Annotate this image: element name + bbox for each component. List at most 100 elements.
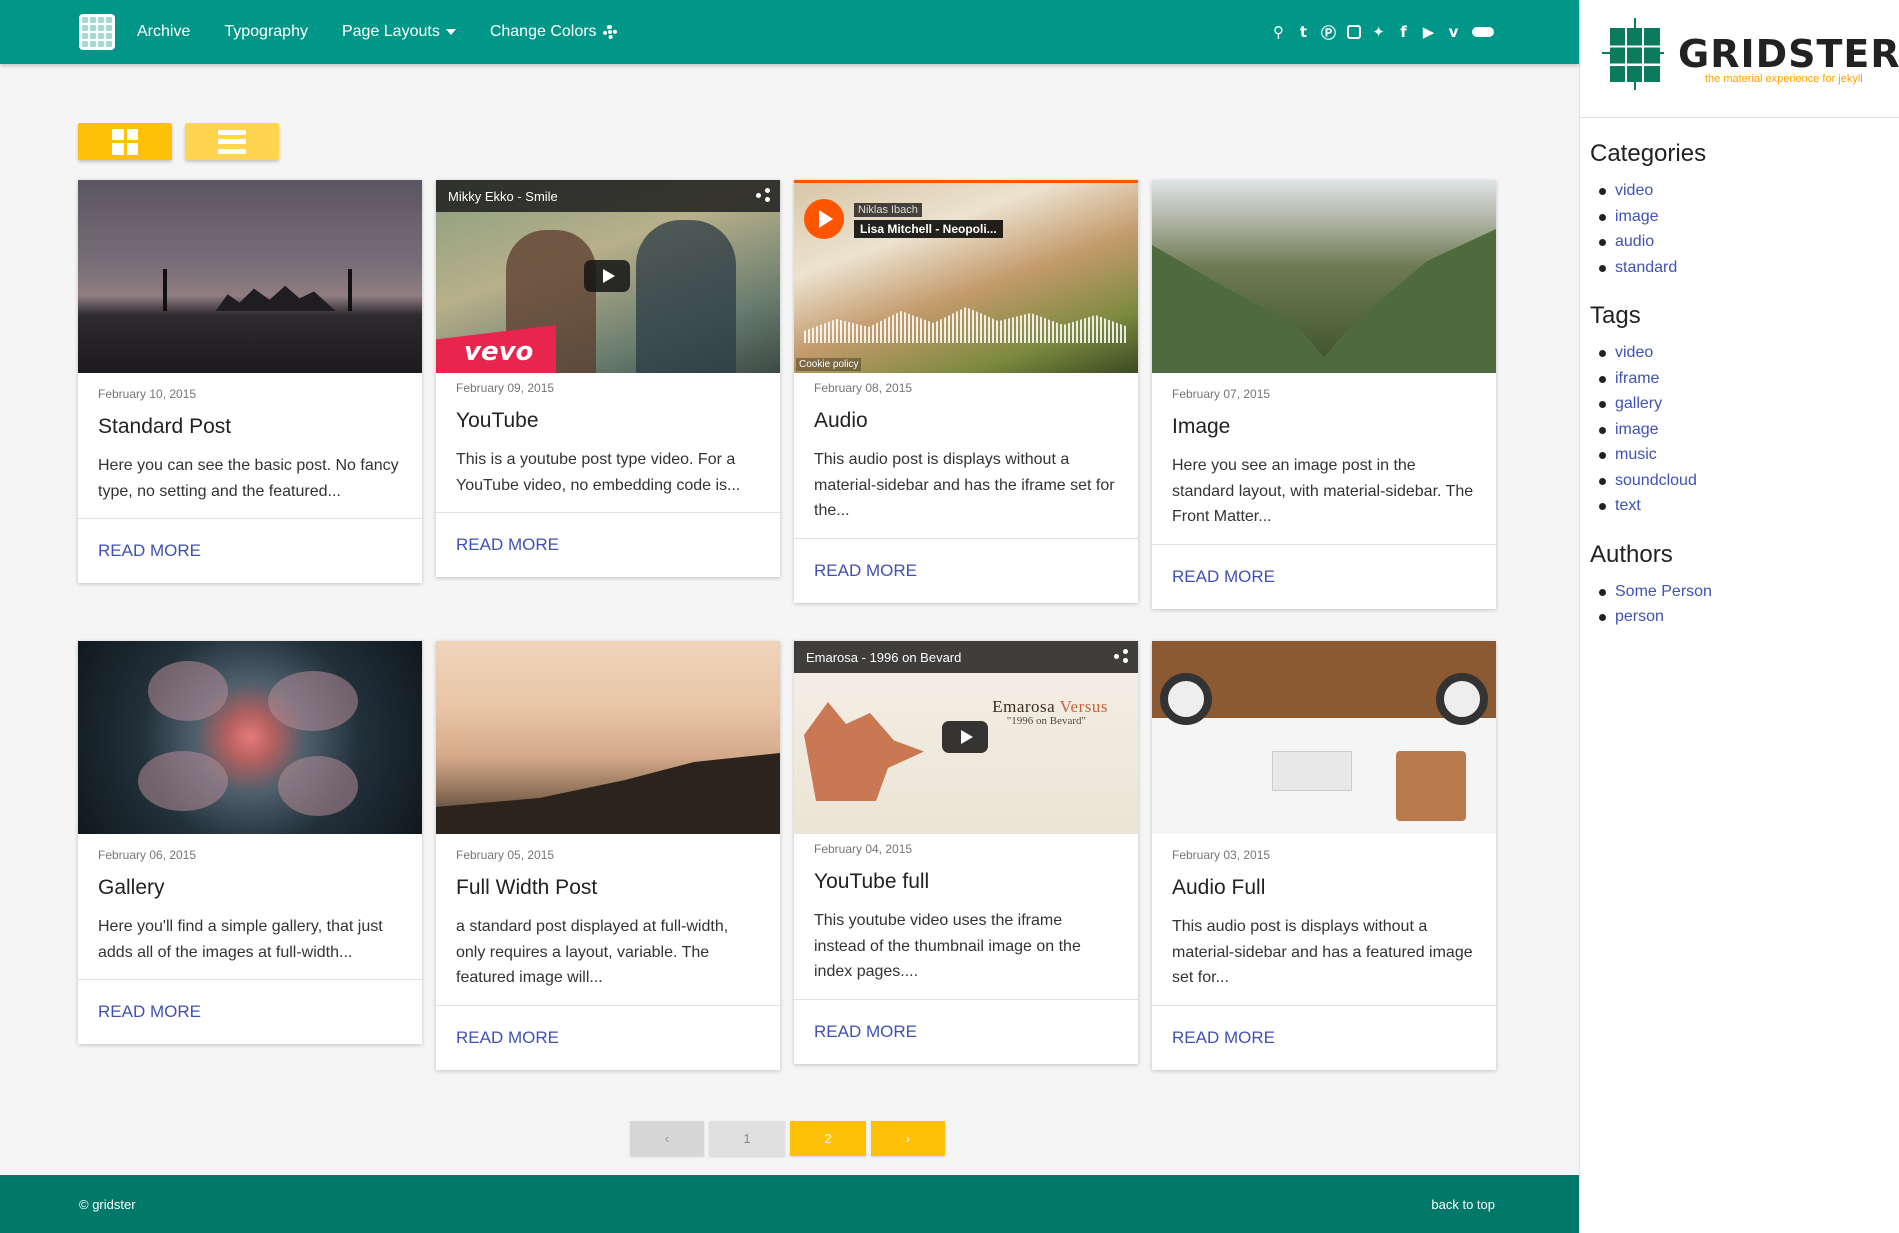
post-card-image: February 07, 2015 Image Here you see an …	[1152, 180, 1496, 609]
video-thumbnail[interactable]: Emarosa Versus "1996 on Bevard" Emarosa …	[794, 641, 1138, 834]
youtube-icon[interactable]: ▶	[1421, 23, 1436, 41]
search-icon[interactable]: ⚲	[1271, 23, 1286, 41]
video-title: Emarosa - 1996 on Bevard	[806, 649, 962, 665]
post-date: February 06, 2015	[98, 848, 197, 862]
post-excerpt: a standard post displayed at full-width,…	[456, 918, 729, 986]
featured-image[interactable]	[1152, 641, 1496, 834]
soundcloud-user[interactable]: Niklas Ibach	[854, 203, 922, 217]
play-button-icon[interactable]	[942, 721, 988, 753]
post-title[interactable]: YouTube full	[814, 870, 1118, 894]
list-icon	[218, 129, 246, 154]
instagram-icon[interactable]	[1346, 24, 1361, 40]
author-link[interactable]: Some Person	[1599, 579, 1899, 605]
tags-section: Tags video iframe gallery image music so…	[1580, 302, 1899, 519]
read-more-link[interactable]: READ MORE	[1152, 543, 1496, 609]
pagination-prev-button[interactable]: ‹	[630, 1121, 704, 1156]
brand-name: GRIDSTER	[1678, 32, 1899, 76]
pagination-page-2[interactable]: 2	[790, 1121, 866, 1156]
read-more-link[interactable]: READ MORE	[78, 979, 422, 1044]
play-button-icon[interactable]	[584, 260, 630, 292]
tag-link[interactable]: image	[1599, 417, 1899, 443]
post-date: February 08, 2015	[814, 381, 913, 395]
categories-title: Categories	[1590, 140, 1707, 167]
tag-link[interactable]: iframe	[1599, 366, 1899, 392]
post-title[interactable]: YouTube	[456, 409, 760, 433]
soundcloud-icon[interactable]	[1471, 24, 1495, 40]
tag-link[interactable]: gallery	[1599, 391, 1899, 417]
gridster-logo-icon	[1602, 18, 1664, 90]
grid-view-button[interactable]	[78, 123, 172, 160]
twitter-icon[interactable]: ✦	[1371, 23, 1386, 41]
vevo-logo: vevo	[436, 325, 556, 373]
post-card-full-width: February 05, 2015 Full Width Post a stan…	[436, 641, 780, 1070]
brand[interactable]: GRIDSTER the material experience for jek…	[1580, 0, 1899, 118]
soundcloud-track[interactable]: Lisa Mitchell - Neopoli...	[854, 220, 1003, 238]
read-more-link[interactable]: READ MORE	[436, 512, 780, 577]
grid-icon	[112, 128, 138, 155]
featured-image[interactable]	[78, 180, 422, 373]
tag-link[interactable]: soundcloud	[1599, 468, 1899, 494]
read-more-link[interactable]: READ MORE	[794, 998, 1138, 1064]
read-more-link[interactable]: READ MORE	[794, 537, 1138, 603]
post-title[interactable]: Audio	[814, 409, 1118, 433]
featured-image[interactable]	[1152, 180, 1496, 373]
video-title: Mikky Ekko - Smile	[448, 188, 558, 204]
post-title[interactable]: Standard Post	[98, 415, 402, 439]
tag-link[interactable]: music	[1599, 442, 1899, 468]
gear-icon	[602, 25, 617, 39]
nav-typography[interactable]: Typography	[224, 23, 308, 41]
waveform[interactable]	[804, 307, 1128, 343]
site-logo-icon[interactable]	[79, 14, 115, 50]
pinterest-icon[interactable]: Ⓟ	[1321, 24, 1336, 42]
tags-title: Tags	[1590, 302, 1641, 329]
post-date: February 07, 2015	[1172, 387, 1271, 401]
post-card-youtube: Mikky Ekko - Smile vevo February 09, 201…	[436, 180, 780, 577]
vimeo-icon[interactable]: v	[1446, 23, 1461, 41]
nav-archive-label: Archive	[137, 23, 191, 40]
post-date: February 05, 2015	[456, 848, 555, 862]
category-link[interactable]: image	[1599, 204, 1899, 230]
top-navbar: Archive Typography Page Layouts Change C…	[0, 0, 1579, 64]
category-link[interactable]: standard	[1599, 255, 1899, 281]
tumblr-icon[interactable]: t	[1296, 23, 1311, 41]
author-link[interactable]: person	[1599, 604, 1899, 630]
featured-image[interactable]	[78, 641, 422, 834]
social-icons: ⚲ t Ⓟ ✦ f ▶ v	[1271, 0, 1495, 64]
read-more-link[interactable]: READ MORE	[1152, 1004, 1496, 1070]
video-title-bar: Mikky Ekko - Smile	[436, 180, 780, 212]
pagination-page-1[interactable]: 1	[709, 1121, 785, 1156]
post-date: February 04, 2015	[814, 842, 913, 856]
soundcloud-player[interactable]: Niklas Ibach Lisa Mitchell - Neopoli... …	[794, 180, 1138, 373]
post-title[interactable]: Gallery	[98, 876, 402, 900]
share-icon[interactable]	[1114, 649, 1128, 663]
read-more-link[interactable]: READ MORE	[436, 1004, 780, 1070]
facebook-icon[interactable]: f	[1396, 23, 1411, 41]
share-icon[interactable]	[756, 188, 770, 202]
post-title[interactable]: Full Width Post	[456, 876, 760, 900]
featured-image[interactable]	[436, 641, 780, 834]
post-excerpt: This youtube video uses the iframe inste…	[814, 912, 1081, 980]
brand-tagline: the material experience for jekyll	[1705, 73, 1863, 85]
post-date: February 09, 2015	[456, 381, 555, 395]
category-link[interactable]: audio	[1599, 229, 1899, 255]
post-title[interactable]: Audio Full	[1172, 876, 1476, 900]
video-title-bar: Emarosa - 1996 on Bevard	[794, 641, 1138, 673]
video-art-title: Emarosa Versus	[992, 697, 1108, 716]
tag-link[interactable]: text	[1599, 493, 1899, 519]
video-thumbnail[interactable]: Mikky Ekko - Smile vevo	[436, 180, 780, 373]
post-title[interactable]: Image	[1172, 415, 1476, 439]
material-sidebar: GRIDSTER the material experience for jek…	[1579, 0, 1899, 1233]
post-excerpt: Here you see an image post in the standa…	[1172, 457, 1474, 525]
soundcloud-play-icon[interactable]	[804, 199, 844, 239]
nav-archive[interactable]: Archive	[137, 23, 190, 41]
list-view-button[interactable]	[185, 123, 279, 160]
tag-link[interactable]: video	[1599, 340, 1899, 366]
back-to-top-link[interactable]: back to top	[1431, 1197, 1495, 1212]
post-card-standard: February 10, 2015 Standard Post Here you…	[78, 180, 422, 583]
read-more-link[interactable]: READ MORE	[78, 518, 422, 583]
nav-change-colors[interactable]: Change Colors	[490, 23, 617, 41]
category-link[interactable]: video	[1599, 178, 1899, 204]
pagination-next-button[interactable]: ›	[871, 1121, 945, 1156]
cookie-policy-link[interactable]: Cookie policy	[796, 358, 862, 371]
nav-page-layouts-dropdown[interactable]: Page Layouts	[342, 23, 456, 41]
